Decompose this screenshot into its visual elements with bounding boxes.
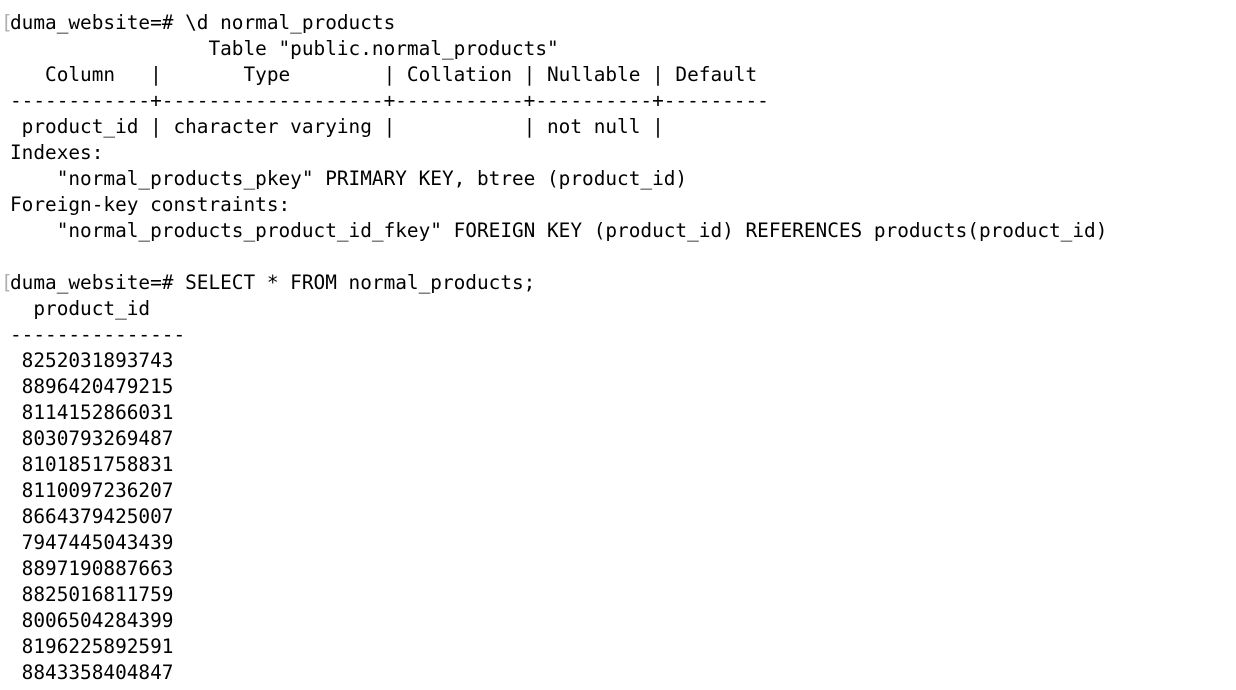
indexes-heading: Indexes: — [10, 141, 104, 164]
result-row: 8196225892591 — [10, 635, 174, 658]
result-row: 8030793269487 — [10, 427, 174, 450]
result-row: 8843358404847 — [10, 661, 174, 684]
table-header: Column | Type | Collation | Nullable | D… — [10, 63, 758, 86]
foreign-key-entry: "normal_products_product_id_fkey" FOREIG… — [10, 219, 1108, 242]
table-separator: ------------+-------------------+-------… — [10, 89, 769, 112]
prompt-bracket: [ — [1, 271, 13, 294]
command-line: [duma_website=# SELECT * FROM normal_pro… — [0, 270, 1236, 296]
result-separator: --------------- — [10, 323, 186, 346]
prompt-bracket: [ — [1, 11, 13, 34]
result-row: 8101851758831 — [10, 453, 174, 476]
result-row: 8006504284399 — [10, 609, 174, 632]
command-line: [duma_website=# \d normal_products — [0, 10, 1236, 36]
result-row: 8252031893743 — [10, 349, 174, 372]
index-entry: "normal_products_pkey" PRIMARY KEY, btre… — [10, 167, 688, 190]
result-row: 8114152866031 — [10, 401, 174, 424]
result-row: 8825016811759 — [10, 583, 174, 606]
result-row: 8896420479215 — [10, 375, 174, 398]
command-text: duma_website=# SELECT * FROM normal_prod… — [10, 271, 536, 294]
result-row: 8664379425007 — [10, 505, 174, 528]
result-row: 8897190887663 — [10, 557, 174, 580]
table-title: Table "public.normal_products" — [10, 37, 559, 60]
result-row: 7947445043439 — [10, 531, 174, 554]
foreign-key-heading: Foreign-key constraints: — [10, 193, 291, 216]
result-row: 8110097236207 — [10, 479, 174, 502]
terminal-output[interactable]: [duma_website=# \d normal_products Table… — [0, 10, 1236, 686]
table-row: product_id | character varying | | not n… — [10, 115, 664, 138]
result-column-header: product_id — [10, 297, 151, 320]
command-text: duma_website=# \d normal_products — [10, 11, 396, 34]
